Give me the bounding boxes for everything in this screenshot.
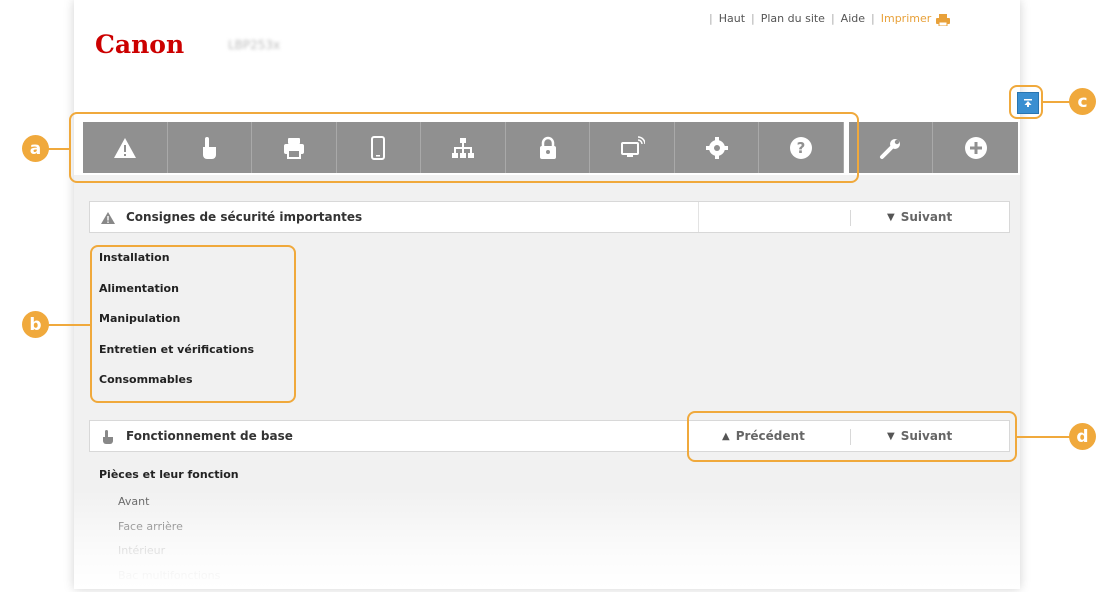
callout-box-c [1009, 85, 1043, 119]
warning-icon [100, 211, 116, 225]
parts-list: Avant Face arrière Intérieur Bac multifo… [118, 494, 220, 592]
bar-divider [698, 202, 699, 232]
link-separator: | [831, 12, 835, 25]
hand-pointer-icon [100, 430, 116, 444]
triangle-down-icon: ▼ [887, 212, 895, 223]
section-title: Consignes de sécurité importantes [126, 210, 362, 224]
canon-logo[interactable]: Canon [95, 30, 184, 59]
callout-box-d [687, 411, 1017, 462]
callout-box-a [69, 112, 859, 183]
callout-line-d [1016, 436, 1072, 438]
link-haut[interactable]: Haut [719, 12, 745, 25]
link-plan-du-site[interactable]: Plan du site [761, 12, 825, 25]
subheading[interactable]: Pièces et leur fonction [99, 468, 239, 481]
callout-box-b [90, 245, 296, 403]
toolbar-maintenance[interactable] [849, 122, 934, 173]
list-item[interactable]: Avant [118, 494, 220, 519]
printer-icon[interactable] [936, 14, 950, 26]
toolbar-appendix[interactable] [933, 122, 1018, 173]
callout-badge-c: c [1069, 88, 1096, 115]
link-aide[interactable]: Aide [841, 12, 865, 25]
next-label: Suivant [901, 210, 953, 224]
model-name: LBP253x [228, 38, 280, 52]
section-title: Fonctionnement de base [126, 429, 293, 443]
list-item[interactable]: Face arrière [118, 519, 220, 544]
top-links: | Haut | Plan du site | Aide | Imprimer [703, 12, 950, 25]
plus-icon [963, 135, 989, 161]
list-item[interactable]: Bac multifonctions [118, 568, 220, 592]
callout-badge-a: a [22, 135, 49, 162]
link-separator: | [871, 12, 875, 25]
wrench-icon [878, 135, 904, 161]
nav-separator [850, 210, 851, 226]
list-item[interactable]: Intérieur [118, 543, 220, 568]
link-separator: | [751, 12, 755, 25]
link-separator: | [709, 12, 713, 25]
section-header-safety: Consignes de sécurité importantes ▼ Suiv… [89, 201, 1010, 233]
callout-badge-d: d [1069, 423, 1096, 450]
callout-line-c [1042, 101, 1072, 103]
callout-badge-b: b [22, 311, 49, 338]
link-imprimer[interactable]: Imprimer [881, 12, 932, 25]
next-button[interactable]: ▼ Suivant [887, 210, 952, 224]
